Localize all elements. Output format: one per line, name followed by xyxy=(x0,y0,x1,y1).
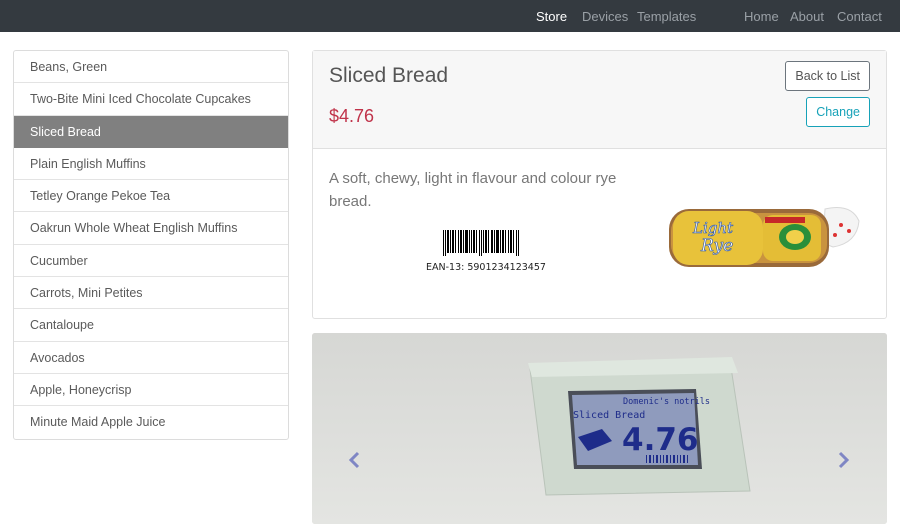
display-header-text: Domenic's notrils xyxy=(623,397,710,407)
nav-link-devices[interactable]: Devices xyxy=(582,9,628,24)
nav-link-about[interactable]: About xyxy=(790,9,824,24)
list-item[interactable]: Carrots, Mini Petites xyxy=(14,277,288,310)
chevron-left-icon[interactable] xyxy=(343,448,367,472)
top-navbar: Store Devices Templates Home About Conta… xyxy=(0,0,900,32)
list-item-active[interactable]: Sliced Bread xyxy=(14,115,288,148)
list-item[interactable]: Beans, Green xyxy=(14,51,288,84)
list-item[interactable]: Apple, Honeycrisp xyxy=(14,374,288,407)
product-card: Sliced Bread $4.76 Back to List Change A… xyxy=(312,50,887,319)
ean-code-label: EAN-13: 5901234123457 xyxy=(426,262,546,273)
list-item[interactable]: Cantaloupe xyxy=(14,309,288,342)
barcode-image xyxy=(443,230,519,256)
list-item[interactable]: Minute Maid Apple Juice xyxy=(14,406,288,438)
list-item[interactable]: Oakrun Whole Wheat English Muffins xyxy=(14,212,288,245)
e-paper-device-photo: Domenic's notrils Sliced Bread 4.76 xyxy=(312,333,887,524)
change-button[interactable]: Change xyxy=(806,97,870,127)
list-item[interactable]: Tetley Orange Pekoe Tea xyxy=(14,180,288,213)
nav-link-home[interactable]: Home xyxy=(744,9,779,24)
list-item[interactable]: Cucumber xyxy=(14,245,288,278)
product-price: $4.76 xyxy=(329,106,375,126)
nav-link-store[interactable]: Store xyxy=(536,9,567,24)
nav-link-contact[interactable]: Contact xyxy=(837,9,882,24)
product-list: Beans, Green Two-Bite Mini Iced Chocolat… xyxy=(13,50,289,440)
nav-link-templates[interactable]: Templates xyxy=(637,9,696,24)
display-price-text: 4.76 xyxy=(622,422,699,458)
display-product-text: Sliced Bread xyxy=(573,410,645,421)
package-text-light: Light xyxy=(692,219,734,237)
list-item[interactable]: Two-Bite Mini Iced Chocolate Cupcakes xyxy=(14,83,288,116)
product-description: A soft, chewy, light in flavour and colo… xyxy=(329,170,617,210)
product-title: Sliced Bread xyxy=(329,64,449,87)
back-to-list-button[interactable]: Back to List xyxy=(785,61,870,91)
package-text-rye: Rye xyxy=(700,236,733,256)
image-carousel: Domenic's notrils Sliced Bread 4.76 xyxy=(312,333,887,524)
list-item[interactable]: Plain English Muffins xyxy=(14,148,288,181)
chevron-right-icon[interactable] xyxy=(831,448,855,472)
bread-package-image: Light Rye xyxy=(669,207,860,267)
list-item[interactable]: Avocados xyxy=(14,342,288,374)
product-card-header: Sliced Bread $4.76 Back to List Change xyxy=(313,51,886,149)
